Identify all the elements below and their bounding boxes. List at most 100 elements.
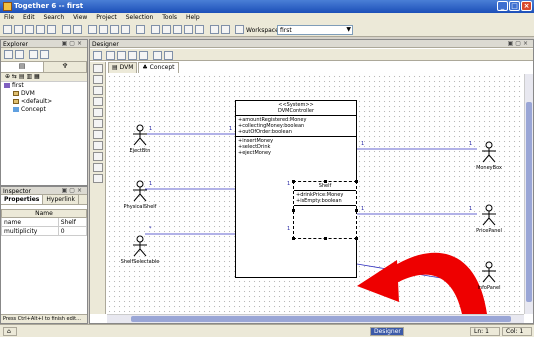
explorer-tool-icon[interactable] (4, 50, 13, 59)
zoom-icon[interactable] (93, 75, 103, 84)
tree-item-first[interactable]: first (1, 82, 87, 90)
association-icon[interactable] (93, 152, 103, 161)
main-toolbar: Workspace: first ▼ (0, 23, 534, 37)
redo-icon[interactable] (73, 25, 82, 34)
actor-label: ShelfSelectable (120, 259, 160, 265)
vertical-scrollbar[interactable] (524, 74, 533, 314)
interface-icon[interactable] (93, 108, 103, 117)
panel-controls-icon[interactable]: ▣▢× (62, 40, 84, 47)
filter-icon[interactable] (164, 51, 173, 60)
workspace-select[interactable]: first ▼ (277, 25, 353, 35)
undo-icon[interactable] (62, 25, 71, 34)
open-icon[interactable] (14, 25, 23, 34)
actor-label: MoneyBox (476, 165, 502, 171)
resize-handle[interactable] (355, 237, 358, 240)
save-all-icon[interactable] (36, 25, 45, 34)
dependency-icon[interactable] (93, 163, 103, 172)
resize-handle[interactable] (324, 237, 327, 240)
actor-icon[interactable] (479, 261, 499, 283)
class-icon[interactable] (93, 97, 103, 106)
options-icon[interactable] (210, 25, 219, 34)
diagram-icon[interactable] (151, 25, 160, 34)
tab-modules[interactable]: ♆ (44, 62, 87, 72)
forward-icon[interactable] (106, 51, 115, 60)
tree-item-dvm[interactable]: DVM (1, 90, 87, 98)
new-icon[interactable] (3, 25, 12, 34)
layout-icon[interactable] (128, 51, 137, 60)
explorer-tool-icon[interactable] (40, 50, 49, 59)
note-icon[interactable] (93, 130, 103, 139)
property-value[interactable]: Shelf (57, 217, 88, 227)
resize-handle[interactable] (355, 209, 358, 212)
grid-icon[interactable] (139, 51, 148, 60)
maximize-button[interactable]: □ (509, 1, 520, 11)
tree-item-concept[interactable]: Concept (1, 106, 87, 114)
explorer-tool-icon[interactable] (29, 50, 38, 59)
resize-handle[interactable] (324, 180, 327, 183)
menu-selection[interactable]: Selection (122, 13, 157, 21)
settings-icon[interactable] (221, 25, 230, 34)
menu-edit[interactable]: Edit (19, 13, 38, 21)
actor-icon[interactable] (130, 124, 150, 146)
close-button[interactable]: × (521, 1, 532, 11)
table-row[interactable]: multiplicity 0 (1, 226, 88, 236)
pointer-icon[interactable] (93, 64, 103, 73)
attribute[interactable]: +outOfOrder:boolean (238, 129, 354, 135)
tab-properties[interactable]: Properties (1, 195, 44, 204)
tab-dvm[interactable]: ▤ DVM (108, 62, 138, 73)
title-bar: Together 6 -- first _ □ × (0, 0, 534, 13)
property-value[interactable]: 0 (57, 226, 88, 236)
layout-icon[interactable] (184, 25, 193, 34)
home-icon[interactable] (117, 51, 126, 60)
menu-help[interactable]: Help (182, 13, 203, 21)
horizontal-scrollbar[interactable] (107, 314, 524, 323)
back-icon[interactable] (93, 51, 102, 60)
zoom-icon[interactable] (153, 51, 162, 60)
attribute[interactable]: +isEmpty:boolean (296, 198, 354, 204)
cut-icon[interactable] (88, 25, 97, 34)
actor-icon[interactable] (93, 86, 103, 95)
menu-search[interactable]: Search (40, 13, 68, 21)
package-icon (13, 99, 19, 104)
inspector-header: Inspector ▣▢× (1, 187, 87, 195)
tree-item-default[interactable]: <default> (1, 98, 87, 106)
resize-handle[interactable] (292, 237, 295, 240)
actor-icon[interactable] (479, 204, 499, 226)
link-icon[interactable] (93, 141, 103, 150)
copy-icon[interactable] (99, 25, 108, 34)
tab-model[interactable]: ▤ (1, 62, 44, 72)
panel-controls-icon[interactable]: ▣▢× (62, 187, 84, 194)
generalization-icon[interactable] (93, 174, 103, 183)
save-icon[interactable] (25, 25, 34, 34)
tab-hyperlink[interactable]: Hyperlink (43, 195, 80, 204)
tab-concept[interactable]: ♣ Concept (138, 62, 179, 73)
zoom-icon[interactable] (195, 25, 204, 34)
print-icon[interactable] (47, 25, 56, 34)
menu-tools[interactable]: Tools (158, 13, 180, 21)
resize-handle[interactable] (355, 180, 358, 183)
menu-project[interactable]: Project (92, 13, 120, 21)
panel-controls-icon[interactable]: ▣▢× (508, 40, 530, 47)
scroll-thumb[interactable] (131, 316, 511, 322)
diagram-canvas[interactable]: <<System>> DVMController +amountRegister… (107, 74, 524, 314)
package-icon[interactable] (173, 25, 182, 34)
package-icon[interactable] (93, 119, 103, 128)
menu-file[interactable]: File (0, 13, 17, 21)
class-icon[interactable] (162, 25, 171, 34)
find-icon[interactable] (136, 25, 145, 34)
minimize-button[interactable]: _ (497, 1, 508, 11)
designer-panel: Designer ▣▢× ▤ DVM ♣ Concept <<System>> … (89, 39, 534, 324)
explorer-tool-icon[interactable] (15, 50, 24, 59)
scroll-thumb[interactable] (526, 102, 532, 302)
actor-icon[interactable] (479, 141, 499, 163)
shelf-class[interactable]: Shelf +drinkPrice:Money +isEmpty:boolean (292, 180, 358, 240)
resize-handle[interactable] (292, 180, 295, 183)
resize-handle[interactable] (292, 209, 295, 212)
actor-icon[interactable] (130, 235, 150, 257)
operation[interactable]: +ejectMoney (238, 150, 354, 156)
table-row[interactable]: name Shelf (1, 217, 88, 227)
delete-icon[interactable] (121, 25, 130, 34)
paste-icon[interactable] (110, 25, 119, 34)
actor-icon[interactable] (130, 180, 150, 202)
menu-view[interactable]: View (69, 13, 90, 21)
